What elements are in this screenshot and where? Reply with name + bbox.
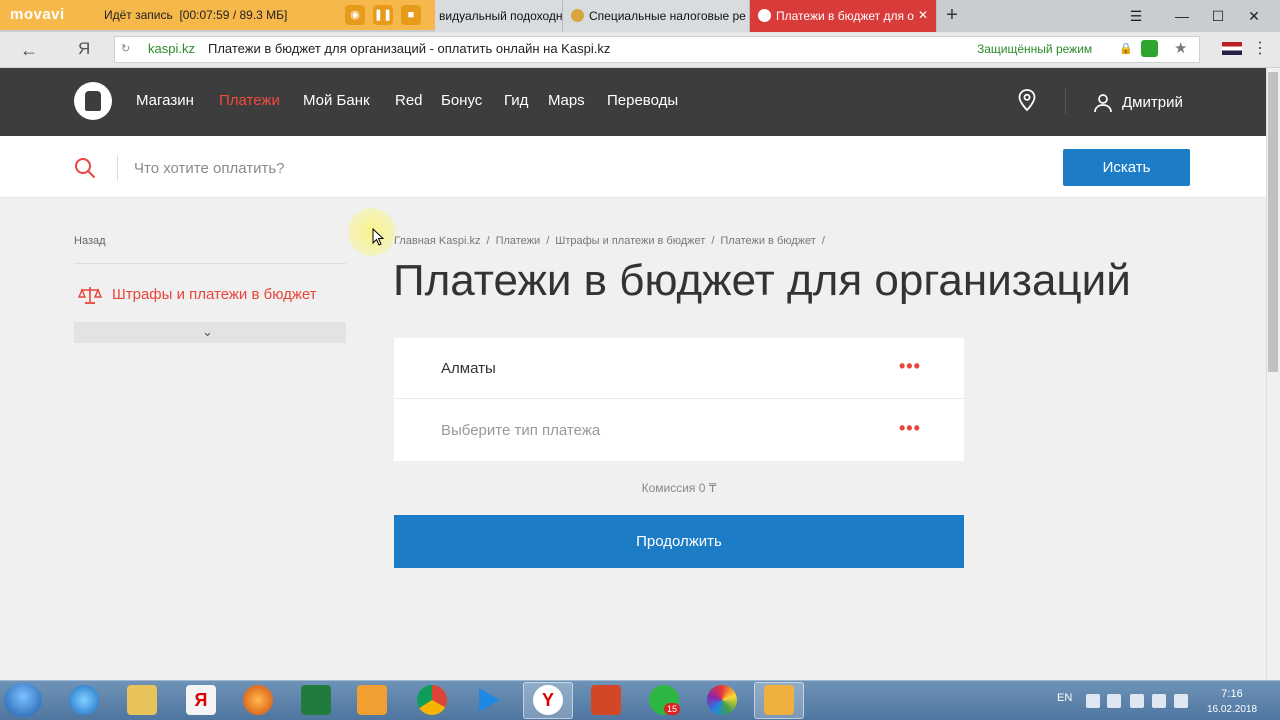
breadcrumb-payments[interactable]: Платежи xyxy=(496,235,541,247)
tray-volume-icon[interactable] xyxy=(1152,694,1166,708)
secure-mode-label[interactable]: Защищённый режим xyxy=(977,42,1092,56)
breadcrumb-fines[interactable]: Штрафы и платежи в бюджет xyxy=(555,235,705,247)
sidebar-item-fines-budget[interactable]: Штрафы и платежи в бюджет xyxy=(112,286,317,303)
extension-flag-icon[interactable] xyxy=(1222,42,1242,55)
breadcrumb-budget[interactable]: Платежи в бюджет xyxy=(720,235,815,247)
breadcrumb-separator: / xyxy=(711,235,715,247)
media-player-icon[interactable] xyxy=(357,685,387,715)
ie-icon[interactable] xyxy=(69,685,99,715)
maximize-icon[interactable]: ☐ xyxy=(1208,6,1228,26)
tab-kaspi-active[interactable]: Платежи в бюджет для о ✕ xyxy=(750,0,937,32)
nav-shop[interactable]: Магазин xyxy=(136,92,194,109)
movavi-logo: movavi xyxy=(10,6,65,23)
recorder-camera-icon[interactable]: ◉ xyxy=(345,5,365,25)
menu-icon[interactable]: ☰ xyxy=(1126,6,1146,26)
nav-payments[interactable]: Платежи xyxy=(219,92,280,109)
payment-type-placeholder: Выберите тип платежа xyxy=(441,422,601,439)
recorder-pause-icon[interactable]: ❚❚ xyxy=(373,5,393,25)
nav-my-bank[interactable]: Мой Банк xyxy=(303,92,370,109)
breadcrumb-separator: / xyxy=(486,235,490,247)
clock-time[interactable]: 7:16 xyxy=(1208,688,1256,700)
city-value: Алматы xyxy=(441,360,496,377)
location-pin-icon[interactable] xyxy=(1018,89,1036,111)
tray-arrow-icon[interactable] xyxy=(1086,694,1100,708)
explorer-icon[interactable] xyxy=(127,685,157,715)
kaspi-logo[interactable] xyxy=(74,82,112,120)
site-favicon-icon xyxy=(571,9,584,22)
minimize-icon[interactable]: — xyxy=(1172,6,1192,26)
language-indicator[interactable]: EN xyxy=(1057,692,1072,704)
yandex-browser-icon[interactable]: Я xyxy=(186,685,216,715)
chrome-icon[interactable] xyxy=(417,685,447,715)
tab-label: Специальные налоговые ре xyxy=(589,9,746,23)
tray-network-icon[interactable] xyxy=(1107,694,1121,708)
search-button[interactable]: Искать xyxy=(1063,149,1190,186)
new-tab-icon[interactable]: + xyxy=(941,5,963,27)
lock-icon: 🔒 xyxy=(1119,43,1133,55)
nav-maps[interactable]: Maps xyxy=(548,92,585,109)
tab-label: Платежи в бюджет для о xyxy=(776,9,914,23)
nav-transfers[interactable]: Переводы xyxy=(607,92,678,109)
reload-icon[interactable]: ↻ xyxy=(121,42,130,55)
breadcrumb-separator: / xyxy=(821,235,825,247)
header-divider xyxy=(1065,88,1066,114)
movavi-recorder-icon[interactable] xyxy=(764,685,794,715)
scales-icon xyxy=(78,287,102,304)
recorder-status: Идёт запись [00:07:59 / 89.3 МБ] xyxy=(104,8,288,22)
breadcrumb: Главная Kaspi.kz / Платежи / Штрафы и платеж… xyxy=(394,235,831,247)
tab-label: видуальный подоходный xyxy=(439,9,563,23)
excel-icon[interactable] xyxy=(301,685,331,715)
tab-income-tax[interactable]: видуальный подоходный xyxy=(435,0,563,32)
notification-badge: 15 xyxy=(664,703,680,715)
more-icon[interactable]: ⋮ xyxy=(1252,38,1268,58)
user-name[interactable]: Дмитрий xyxy=(1122,94,1183,111)
search-input[interactable] xyxy=(126,152,1026,184)
yandex-icon[interactable]: Я xyxy=(78,39,90,59)
close-window-icon[interactable]: ✕ xyxy=(1244,6,1264,26)
bookmark-star-icon[interactable]: ★ xyxy=(1174,39,1187,57)
breadcrumb-home[interactable]: Главная Kaspi.kz xyxy=(394,235,481,247)
url-domain: kaspi.kz xyxy=(148,41,195,56)
clock-date[interactable]: 16.02.2018 xyxy=(1200,704,1264,715)
photo-app-icon[interactable] xyxy=(707,685,737,715)
more-dots-icon[interactable]: ••• xyxy=(899,418,921,439)
search-icon xyxy=(75,158,96,179)
kaspi-favicon-icon xyxy=(758,9,771,22)
recorder-stop-icon[interactable]: ■ xyxy=(401,5,421,25)
back-link[interactable]: Назад xyxy=(74,235,106,247)
nav-bonus[interactable]: Бонус xyxy=(441,92,482,109)
back-arrow-icon[interactable]: ← xyxy=(20,40,38,61)
user-icon[interactable] xyxy=(1093,93,1113,113)
tab-close-icon[interactable]: ✕ xyxy=(918,8,928,22)
sidebar-expand-button[interactable]: ⌄ xyxy=(74,322,346,343)
nav-red[interactable]: Red xyxy=(395,92,423,109)
url-page-title: Платежи в бюджет для организаций - оплат… xyxy=(208,41,611,56)
more-dots-icon[interactable]: ••• xyxy=(899,356,921,377)
shield-icon[interactable] xyxy=(1141,40,1158,57)
tray-cloud-icon[interactable] xyxy=(1174,694,1188,708)
scrollbar-thumb[interactable] xyxy=(1268,72,1278,372)
search-separator xyxy=(117,155,118,181)
mouse-cursor-icon xyxy=(372,228,384,246)
nav-guide[interactable]: Гид xyxy=(504,92,528,109)
start-button-icon[interactable] xyxy=(4,683,42,717)
tab-special-tax[interactable]: Специальные налоговые ре xyxy=(563,0,750,32)
firefox-icon[interactable] xyxy=(243,685,273,715)
breadcrumb-separator: / xyxy=(546,235,550,247)
page-title: Платежи в бюджет для организаций xyxy=(393,256,1131,305)
payment-type-select[interactable]: Выберите тип платежа ••• xyxy=(394,400,964,461)
continue-button[interactable]: Продолжить xyxy=(394,515,964,568)
commission-label: Комиссия 0 ₸ xyxy=(641,481,717,495)
recorder-bar: movavi Идёт запись [00:07:59 / 89.3 МБ] … xyxy=(0,0,435,30)
yandex-y-icon[interactable]: Y xyxy=(533,685,563,715)
tray-flag-icon[interactable] xyxy=(1130,694,1144,708)
sidebar-divider xyxy=(74,263,346,264)
chevron-down-icon: ⌄ xyxy=(202,324,213,339)
city-select[interactable]: Алматы ••• xyxy=(394,338,964,399)
powerpoint-icon[interactable] xyxy=(591,685,621,715)
payment-form-card: Алматы ••• Выберите тип платежа ••• xyxy=(394,338,964,461)
